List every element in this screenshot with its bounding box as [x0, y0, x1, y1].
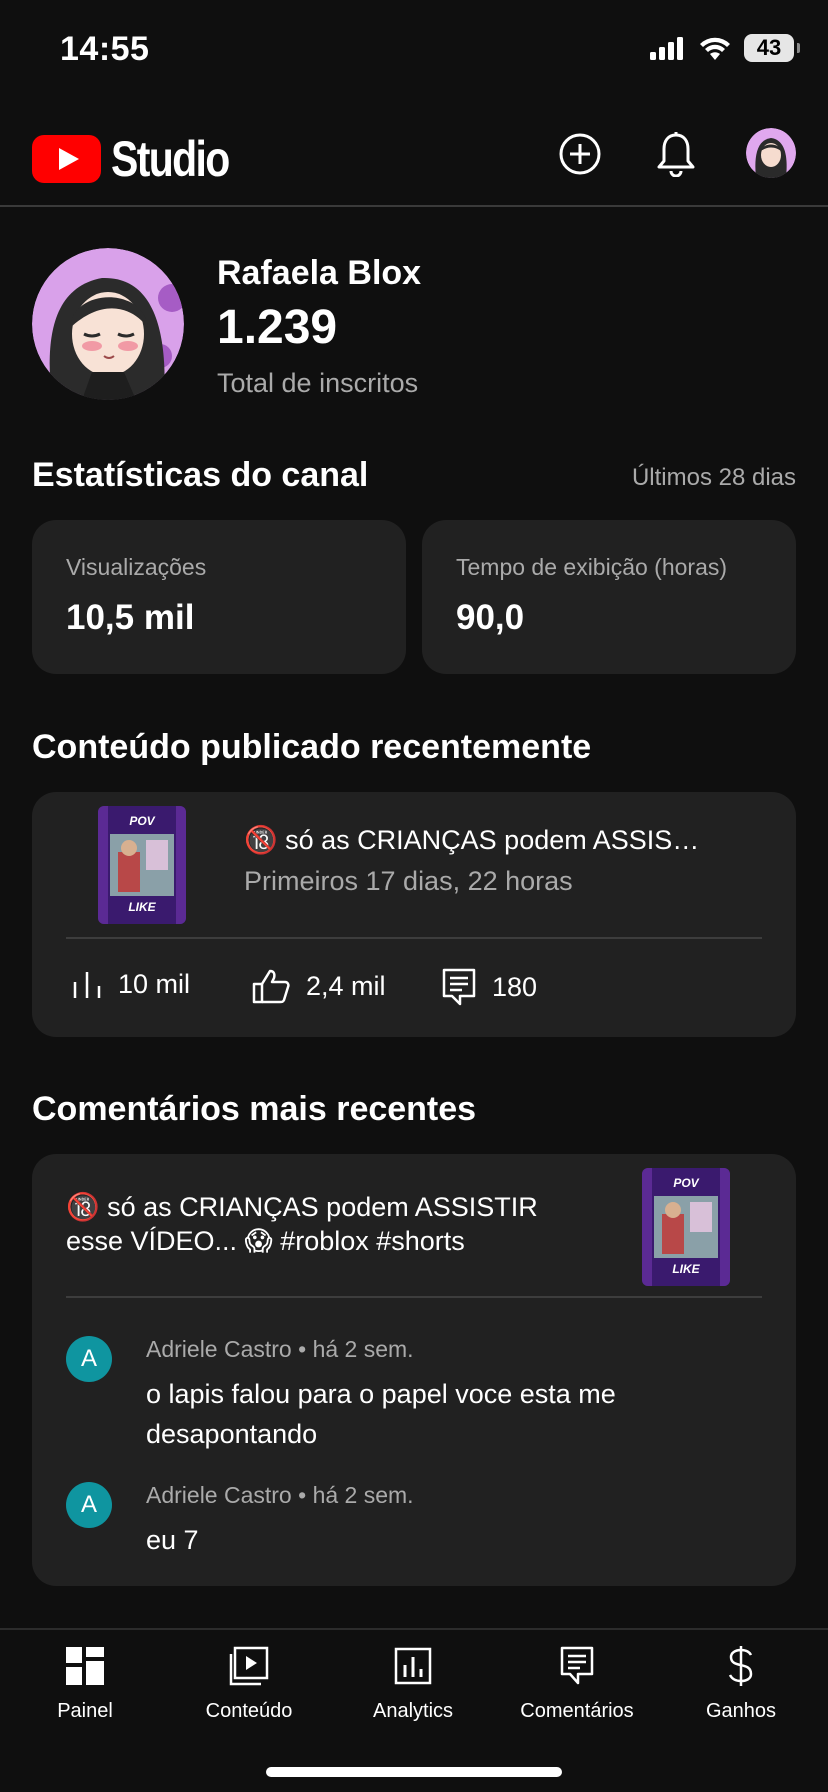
channel-name: Rafaela Blox: [217, 254, 422, 292]
stat-card-watch-time[interactable]: Tempo de exibição (horas) 90,0: [422, 520, 796, 674]
subscriber-count: 1.239: [217, 301, 338, 354]
status-time: 14:55: [60, 30, 150, 68]
meta-separator: •: [298, 1482, 313, 1508]
video-period: Primeiros 17 dias, 22 horas: [244, 866, 573, 896]
metric-likes: 2,4 mil: [252, 968, 386, 1004]
nav-item-painel[interactable]: Painel: [10, 1644, 160, 1723]
divider: [66, 1296, 762, 1298]
thumbnail-top-text: POV: [129, 814, 155, 828]
bar-chart-icon: [73, 972, 101, 998]
recent-video-card[interactable]: POV LIKE 🔞 só as CRIANÇAS podem ASSISTIR…: [32, 792, 796, 1037]
wifi-icon: [700, 37, 730, 60]
comment-icon: [442, 968, 476, 1006]
comment-video-thumbnail[interactable]: POV LIKE: [642, 1168, 730, 1286]
meta-separator: •: [298, 1336, 313, 1362]
bell-icon: [657, 132, 695, 177]
recent-comments-title: Comentários mais recentes: [32, 1090, 477, 1128]
subscriber-label: Total de inscritos: [217, 368, 419, 398]
comment-item[interactable]: A Adriele Castro • há 2 sem. o lapis fal…: [66, 1336, 762, 1456]
likes-value: 2,4 mil: [306, 970, 386, 1001]
comment-text: o lapis falou para o papel voce esta me …: [146, 1379, 616, 1449]
nav-item-analytics[interactable]: Analytics: [338, 1644, 488, 1723]
comment-time: há 2 sem.: [312, 1336, 414, 1362]
create-button[interactable]: [552, 126, 608, 182]
app-header: Studio: [0, 100, 828, 207]
thumbnail-bottom-text: LIKE: [672, 1262, 700, 1276]
nav-item-ganhos[interactable]: Ganhos: [666, 1644, 816, 1723]
cellular-signal-icon: [650, 37, 683, 60]
thumbnail-top-text: POV: [673, 1176, 699, 1190]
stat-value: 90,0: [456, 598, 525, 637]
nav-item-comentarios[interactable]: Comentários: [502, 1644, 652, 1723]
status-bar: 14:55 43: [0, 0, 828, 100]
views-value: 10 mil: [118, 968, 191, 999]
metric-views: 10 mil: [72, 968, 190, 1000]
stat-value: 10,5 mil: [66, 598, 195, 637]
divider: [66, 937, 762, 939]
comment-text: eu 7: [146, 1525, 199, 1555]
comment-meta: Adriele Castro • há 2 sem.: [146, 1482, 414, 1509]
video-thumbnail[interactable]: POV LIKE: [98, 806, 186, 924]
nav-label: Conteúdo: [205, 1700, 293, 1722]
content-icon: [229, 1646, 269, 1686]
channel-avatar-image: [32, 248, 184, 400]
notifications-button[interactable]: [648, 126, 704, 182]
status-icons: 43: [650, 34, 800, 62]
recent-content-title: Conteúdo publicado recentemente: [32, 728, 592, 766]
logo-text: Studio: [111, 131, 230, 187]
nav-label: Ganhos: [705, 1700, 777, 1722]
home-indicator[interactable]: [266, 1767, 562, 1777]
comments-value: 180: [492, 971, 538, 1002]
youtube-studio-logo: Studio: [32, 130, 255, 188]
channel-summary: Rafaela Blox 1.239 Total de inscritos: [32, 248, 796, 400]
account-avatar-button[interactable]: [746, 128, 796, 178]
dollar-icon: [728, 1646, 753, 1686]
comments-icon: [560, 1646, 594, 1685]
commenter-avatar[interactable]: A: [66, 1336, 112, 1382]
dashboard-icon: [66, 1647, 104, 1685]
comment-author: Adriele Castro: [146, 1482, 292, 1508]
stat-label: Visualizações: [66, 554, 207, 580]
stats-section-title: Estatísticas do canal: [32, 456, 369, 494]
channel-avatar[interactable]: [32, 248, 184, 400]
nav-label: Comentários: [520, 1700, 634, 1722]
analytics-icon: [394, 1647, 432, 1685]
nav-label: Analytics: [372, 1700, 454, 1722]
comment-author: Adriele Castro: [146, 1336, 292, 1362]
nav-label: Painel: [57, 1700, 113, 1722]
comment-item[interactable]: A Adriele Castro • há 2 sem. eu 7: [66, 1482, 762, 1562]
stats-period[interactable]: Últimos 28 dias: [632, 464, 796, 492]
thumbs-up-icon: [252, 969, 290, 1004]
comment-meta: Adriele Castro • há 2 sem.: [146, 1336, 414, 1363]
comment-video-title[interactable]: 🔞 só as CRIANÇAS podem ASSISTIR esse VÍD…: [66, 1190, 586, 1258]
recent-comments-card: 🔞 só as CRIANÇAS podem ASSISTIR esse VÍD…: [32, 1154, 796, 1586]
add-circle-icon: [559, 133, 601, 175]
metric-comments: 180: [442, 968, 537, 1006]
nav-item-conteudo[interactable]: Conteúdo: [174, 1644, 324, 1723]
commenter-avatar[interactable]: A: [66, 1482, 112, 1528]
youtube-play-icon: [32, 135, 101, 183]
stat-card-views[interactable]: Visualizações 10,5 mil: [32, 520, 406, 674]
video-title[interactable]: 🔞 só as CRIANÇAS podem ASSISTIR esse VÍD…: [244, 824, 714, 856]
battery-indicator: 43: [744, 34, 800, 62]
thumbnail-bottom-text: LIKE: [128, 900, 156, 914]
stat-label: Tempo de exibição (horas): [456, 554, 728, 580]
comment-time: há 2 sem.: [312, 1482, 414, 1508]
avatar-image: [746, 128, 796, 178]
